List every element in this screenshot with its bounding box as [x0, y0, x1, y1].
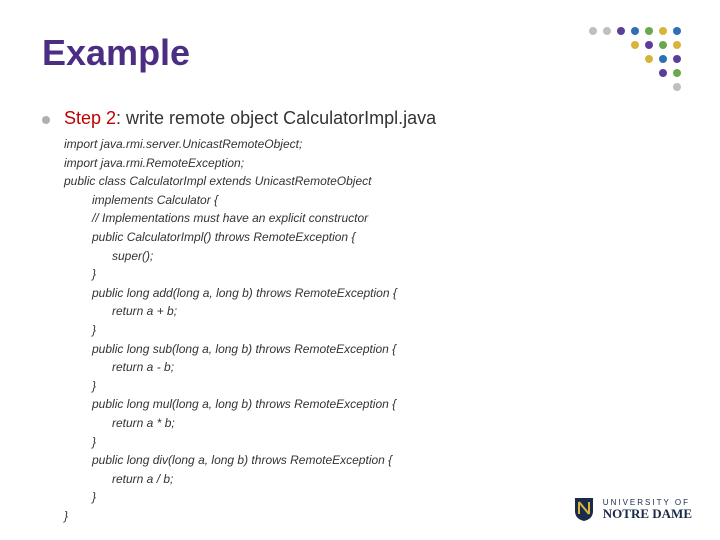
- code-line: public CalculatorImpl() throws RemoteExc…: [64, 228, 660, 247]
- step-label: Step 2: [64, 108, 116, 128]
- code-line: return a * b;: [64, 414, 660, 433]
- code-line: public class CalculatorImpl extends Unic…: [64, 172, 660, 191]
- code-line: }: [64, 507, 660, 526]
- code-line: return a / b;: [64, 470, 660, 489]
- code-line: super();: [64, 247, 660, 266]
- code-line: import java.rmi.server.UnicastRemoteObje…: [64, 135, 660, 154]
- bullet-icon: [42, 116, 50, 124]
- code-line: }: [64, 265, 660, 284]
- code-line: public long add(long a, long b) throws R…: [64, 284, 660, 303]
- code-line: return a + b;: [64, 302, 660, 321]
- code-line: }: [64, 433, 660, 452]
- code-line: public long mul(long a, long b) throws R…: [64, 395, 660, 414]
- logo-text-bottom: NOTRE DAME: [603, 507, 692, 520]
- slide-title: Example: [42, 32, 190, 74]
- code-listing: import java.rmi.server.UnicastRemoteObje…: [64, 135, 660, 525]
- code-line: implements Calculator {: [64, 191, 660, 210]
- code-line: import java.rmi.RemoteException;: [64, 154, 660, 173]
- code-line: }: [64, 321, 660, 340]
- university-logo: UNIVERSITY OF NOTRE DAME: [573, 496, 692, 522]
- code-line: public long div(long a, long b) throws R…: [64, 451, 660, 470]
- code-line: }: [64, 488, 660, 507]
- logo-text: UNIVERSITY OF NOTRE DAME: [603, 499, 692, 520]
- code-line: // Implementations must have an explicit…: [64, 209, 660, 228]
- code-line: public long sub(long a, long b) throws R…: [64, 340, 660, 359]
- code-line: }: [64, 377, 660, 396]
- step-line: Step 2: write remote object CalculatorIm…: [64, 108, 436, 129]
- slide-body: Step 2: write remote object CalculatorIm…: [42, 108, 660, 525]
- code-line: return a - b;: [64, 358, 660, 377]
- corner-dots-decoration: [588, 26, 692, 96]
- logo-shield-icon: [573, 496, 595, 522]
- step-desc: : write remote object CalculatorImpl.jav…: [116, 108, 436, 128]
